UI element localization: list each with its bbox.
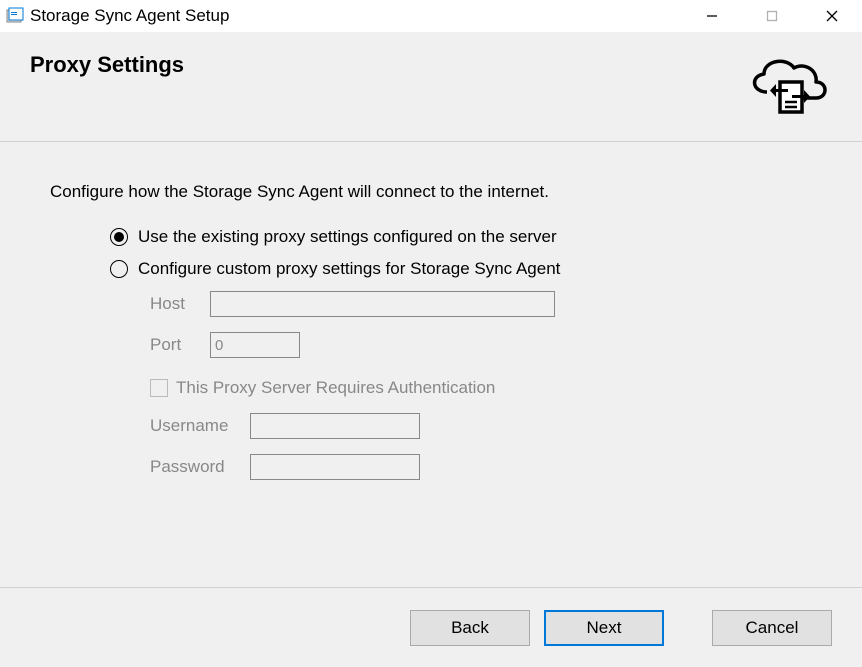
host-label: Host [150,294,210,314]
wizard-header: Proxy Settings [0,32,862,142]
cancel-button[interactable]: Cancel [712,610,832,646]
custom-proxy-form: Host Port This Proxy Server Requires Aut… [150,291,812,480]
proxy-mode-radio-group: Use the existing proxy settings configur… [110,227,812,480]
close-button[interactable] [802,0,862,32]
auth-required-checkbox[interactable]: This Proxy Server Requires Authenticatio… [150,378,812,398]
installer-icon [6,7,24,25]
window-controls [682,0,862,32]
radio-use-existing[interactable]: Use the existing proxy settings configur… [110,227,812,247]
window-title: Storage Sync Agent Setup [30,6,229,26]
maximize-button [742,0,802,32]
next-button[interactable]: Next [544,610,664,646]
radio-custom-proxy[interactable]: Configure custom proxy settings for Stor… [110,259,812,279]
titlebar: Storage Sync Agent Setup [0,0,862,32]
wizard-footer: Back Next Cancel [0,587,862,667]
back-button[interactable]: Back [410,610,530,646]
checkbox-icon [150,379,168,397]
wizard-content: Configure how the Storage Sync Agent wil… [0,142,862,587]
button-label: Back [451,618,489,638]
radio-icon [110,260,128,278]
page-title: Proxy Settings [30,52,184,78]
password-input[interactable] [250,454,420,480]
radio-label: Use the existing proxy settings configur… [138,227,557,247]
port-input[interactable] [210,332,300,358]
port-label: Port [150,335,210,355]
checkbox-label: This Proxy Server Requires Authenticatio… [176,378,495,398]
radio-icon [110,228,128,246]
username-input[interactable] [250,413,420,439]
username-label: Username [150,416,250,436]
cloud-sync-icon [742,52,832,132]
intro-text: Configure how the Storage Sync Agent wil… [50,182,812,202]
button-label: Cancel [746,618,799,638]
host-input[interactable] [210,291,555,317]
button-label: Next [587,618,622,638]
radio-label: Configure custom proxy settings for Stor… [138,259,560,279]
minimize-button[interactable] [682,0,742,32]
password-label: Password [150,457,250,477]
